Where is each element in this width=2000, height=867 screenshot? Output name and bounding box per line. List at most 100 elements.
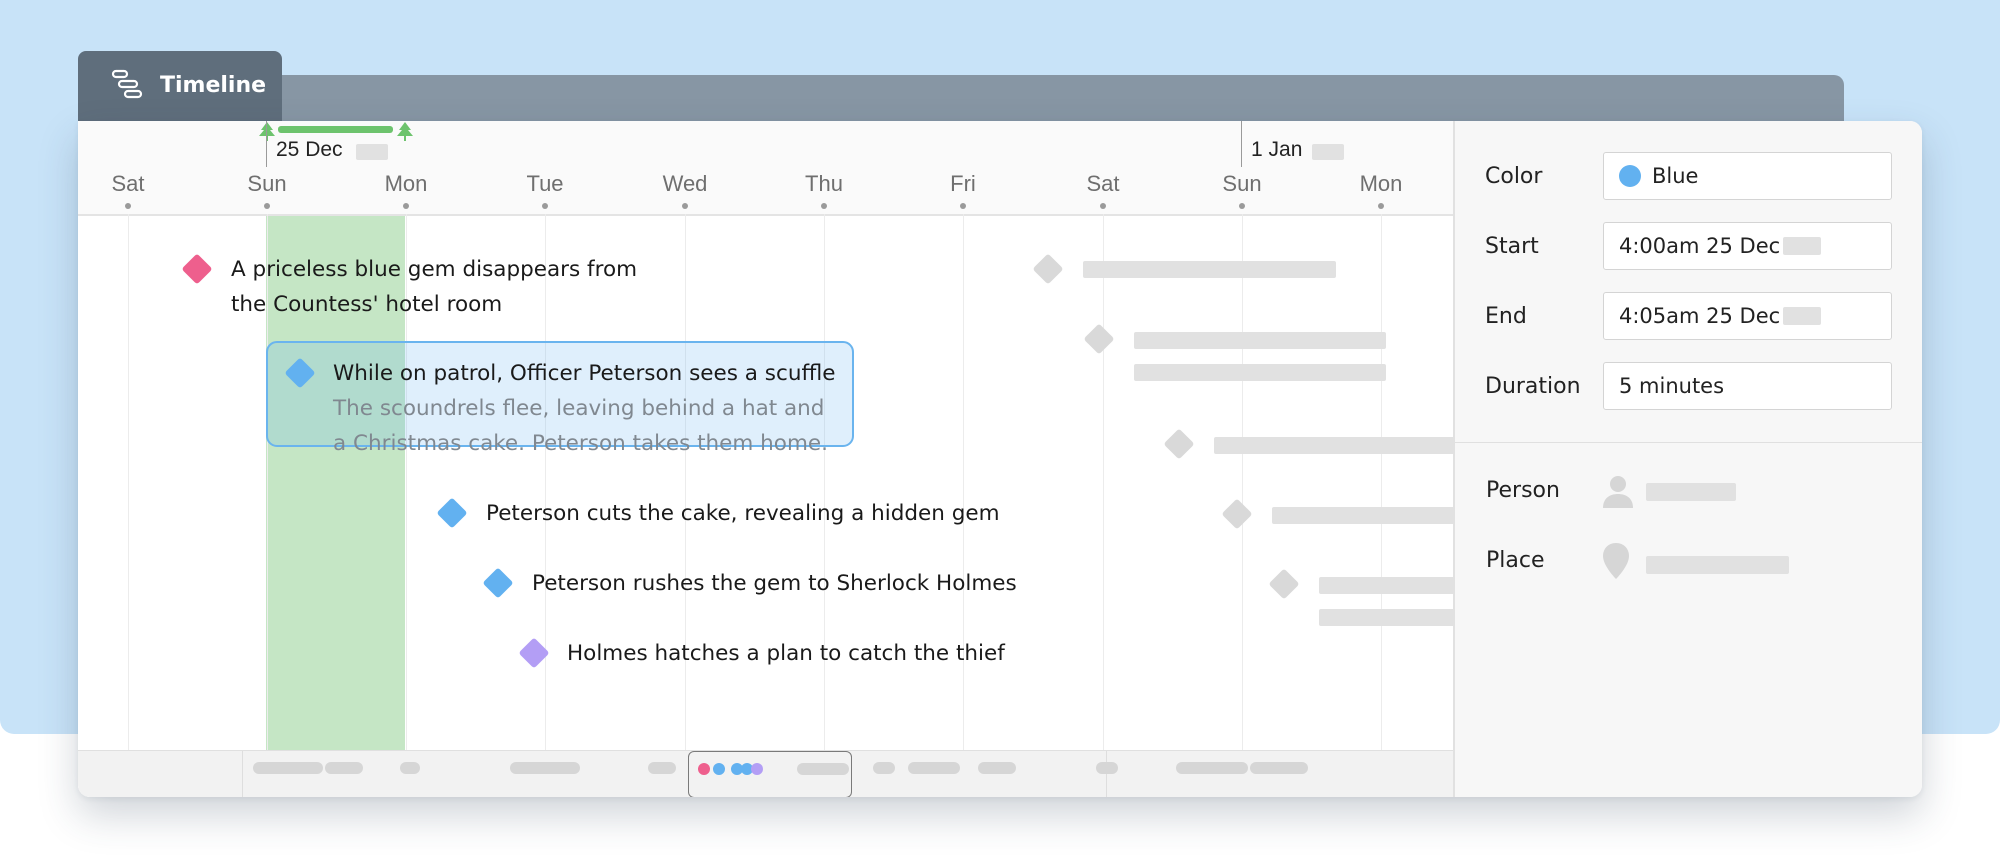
duration-field[interactable]: 5 minutes <box>1603 362 1892 410</box>
duration-value: 5 minutes <box>1619 374 1725 398</box>
minimap-event <box>797 763 849 775</box>
place-placeholder[interactable] <box>1646 556 1789 574</box>
placeholder-event-text <box>1272 507 1453 524</box>
placeholder-event-text <box>1319 609 1453 626</box>
day-gridline <box>545 214 546 750</box>
date-placeholder <box>1312 144 1344 160</box>
date-placeholder <box>356 144 388 160</box>
timeline-header: 25 Dec 1 Jan Sat Sun Mon Tue Wed Thu Fri… <box>78 121 1453 216</box>
person-label: Person <box>1486 478 1560 503</box>
placeholder-event-text <box>1134 332 1386 349</box>
minimap-event <box>325 762 363 774</box>
placeholder-event-text <box>1214 437 1453 454</box>
day-gridline <box>1381 214 1382 750</box>
person-placeholder[interactable] <box>1646 483 1736 501</box>
day-label: Sat <box>1086 171 1120 196</box>
placeholder-event-text <box>1083 261 1336 278</box>
day-tick <box>682 203 688 209</box>
end-label: End <box>1485 304 1527 329</box>
minimap-divider <box>1106 751 1107 797</box>
event-marker[interactable] <box>482 567 514 599</box>
minimap-event <box>1176 762 1248 774</box>
day-label: Thu <box>805 171 843 196</box>
end-field[interactable]: 4:05am 25 Dec <box>1603 292 1892 340</box>
timeline-minimap[interactable] <box>78 750 1453 797</box>
placeholder-event-marker <box>1032 253 1064 285</box>
place-label: Place <box>1486 548 1545 573</box>
minimap-event <box>1250 762 1308 774</box>
event-title[interactable]: A priceless blue gem disappears from <box>231 252 637 287</box>
timeline-area[interactable]: 25 Dec 1 Jan Sat Sun Mon Tue Wed Thu Fri… <box>78 121 1453 797</box>
color-value: Blue <box>1652 164 1699 188</box>
christmas-tree-icon <box>397 122 413 141</box>
day-tick <box>1378 203 1384 209</box>
date-marker-line <box>1241 121 1242 167</box>
location-pin-icon <box>1603 543 1629 579</box>
day-gridline <box>1103 214 1104 750</box>
minimap-event-dot <box>751 763 763 775</box>
day-label: Tue <box>526 171 564 196</box>
event-title-continued[interactable]: the Countess' hotel room <box>231 287 502 322</box>
minimap-event <box>873 762 895 774</box>
minimap-event-dot <box>713 763 725 775</box>
day-tick <box>1100 203 1106 209</box>
date-marker-line <box>266 121 267 167</box>
day-gridline <box>1242 214 1243 750</box>
day-gridline <box>128 214 129 750</box>
color-label: Color <box>1485 164 1543 189</box>
timeline-window: 25 Dec 1 Jan Sat Sun Mon Tue Wed Thu Fri… <box>78 121 1922 797</box>
event-title[interactable]: Holmes hatches a plan to catch the thief <box>567 636 1005 671</box>
placeholder-event-marker <box>1083 323 1115 355</box>
day-tick <box>542 203 548 209</box>
day-tick <box>125 203 131 209</box>
tab-title: Timeline <box>160 72 267 98</box>
tab-timeline[interactable]: Timeline <box>78 51 282 121</box>
date-label-1-jan: 1 Jan <box>1251 138 1303 161</box>
start-value: 4:00am 25 Dec <box>1619 234 1781 258</box>
placeholder-event-text <box>1319 577 1453 594</box>
event-title[interactable]: While on patrol, Officer Peterson sees a… <box>333 356 835 391</box>
day-label: Wed <box>662 171 708 196</box>
minimap-event <box>400 762 420 774</box>
start-field[interactable]: 4:00am 25 Dec <box>1603 222 1892 270</box>
minimap-event <box>978 762 1016 774</box>
minimap-divider <box>242 751 243 797</box>
event-title[interactable]: Peterson rushes the gem to Sherlock Holm… <box>532 566 1017 601</box>
minimap-event <box>648 762 676 774</box>
christmas-range-bar <box>278 126 393 133</box>
minimap-event <box>1096 762 1118 774</box>
start-label: Start <box>1485 234 1539 259</box>
placeholder-event-text <box>1134 364 1386 381</box>
event-title[interactable]: Peterson cuts the cake, revealing a hidd… <box>486 496 1000 531</box>
minimap-event <box>510 762 580 774</box>
color-swatch <box>1619 165 1641 187</box>
event-marker[interactable] <box>181 253 213 285</box>
duration-label: Duration <box>1485 374 1581 399</box>
event-marker[interactable] <box>436 497 468 529</box>
day-label: Mon <box>384 171 428 196</box>
minimap-viewport[interactable] <box>688 751 852 797</box>
end-value: 4:05am 25 Dec <box>1619 304 1781 328</box>
event-description: The scoundrels flee, leaving behind a ha… <box>333 396 825 421</box>
day-label: Sun <box>247 171 287 196</box>
day-tick <box>403 203 409 209</box>
placeholder-event-marker <box>1268 568 1300 600</box>
properties-panel: Color Blue Start 4:00am 25 Dec End 4:05a… <box>1453 121 1922 797</box>
year-placeholder <box>1783 237 1821 255</box>
event-description: a Christmas cake. Peterson takes them ho… <box>333 431 828 456</box>
minimap-event <box>253 762 323 774</box>
day-label: Mon <box>1359 171 1403 196</box>
day-tick <box>1239 203 1245 209</box>
christmas-tree-icon <box>259 122 275 141</box>
minimap-event-dot <box>698 763 710 775</box>
day-tick <box>264 203 270 209</box>
placeholder-event-marker <box>1163 428 1195 460</box>
day-tick <box>960 203 966 209</box>
day-label: Sun <box>1222 171 1262 196</box>
person-icon <box>1603 476 1633 508</box>
color-select[interactable]: Blue <box>1603 152 1892 200</box>
placeholder-event-marker <box>1221 498 1253 530</box>
timeline-icon <box>111 69 143 99</box>
day-label: Fri <box>950 171 976 196</box>
year-placeholder <box>1783 307 1821 325</box>
